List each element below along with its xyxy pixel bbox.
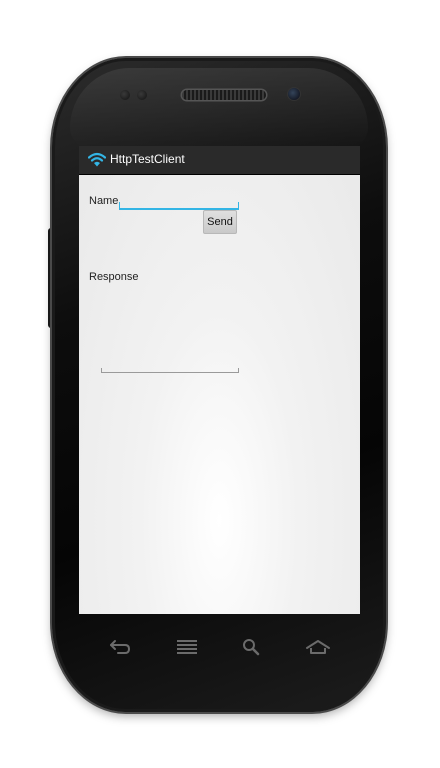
search-icon [243,639,260,656]
name-label: Name [89,195,119,207]
proximity-sensor [120,90,130,100]
wifi-icon [88,152,106,167]
app-screen: HttpTestClient Name Send Response [79,146,360,614]
name-input[interactable] [119,194,239,210]
name-input-edge-left [119,202,120,209]
back-icon [110,640,131,654]
menu-icon [177,640,197,654]
light-sensor [137,90,147,100]
action-bar: HttpTestClient [79,146,360,175]
menu-button[interactable] [172,634,202,660]
earpiece-speaker [182,90,266,100]
navigation-bar [79,620,360,672]
response-label: Response [89,271,139,283]
search-button[interactable] [236,634,266,660]
name-input-edge-right [238,202,239,209]
app-title: HttpTestClient [110,152,185,166]
response-field-edge-right [238,368,239,373]
response-field-edge-left [101,368,102,373]
home-button[interactable] [303,634,333,660]
response-field[interactable] [101,296,239,373]
front-camera [288,88,300,100]
back-button[interactable] [105,634,135,660]
home-icon [306,640,330,654]
send-button[interactable]: Send [203,210,237,234]
